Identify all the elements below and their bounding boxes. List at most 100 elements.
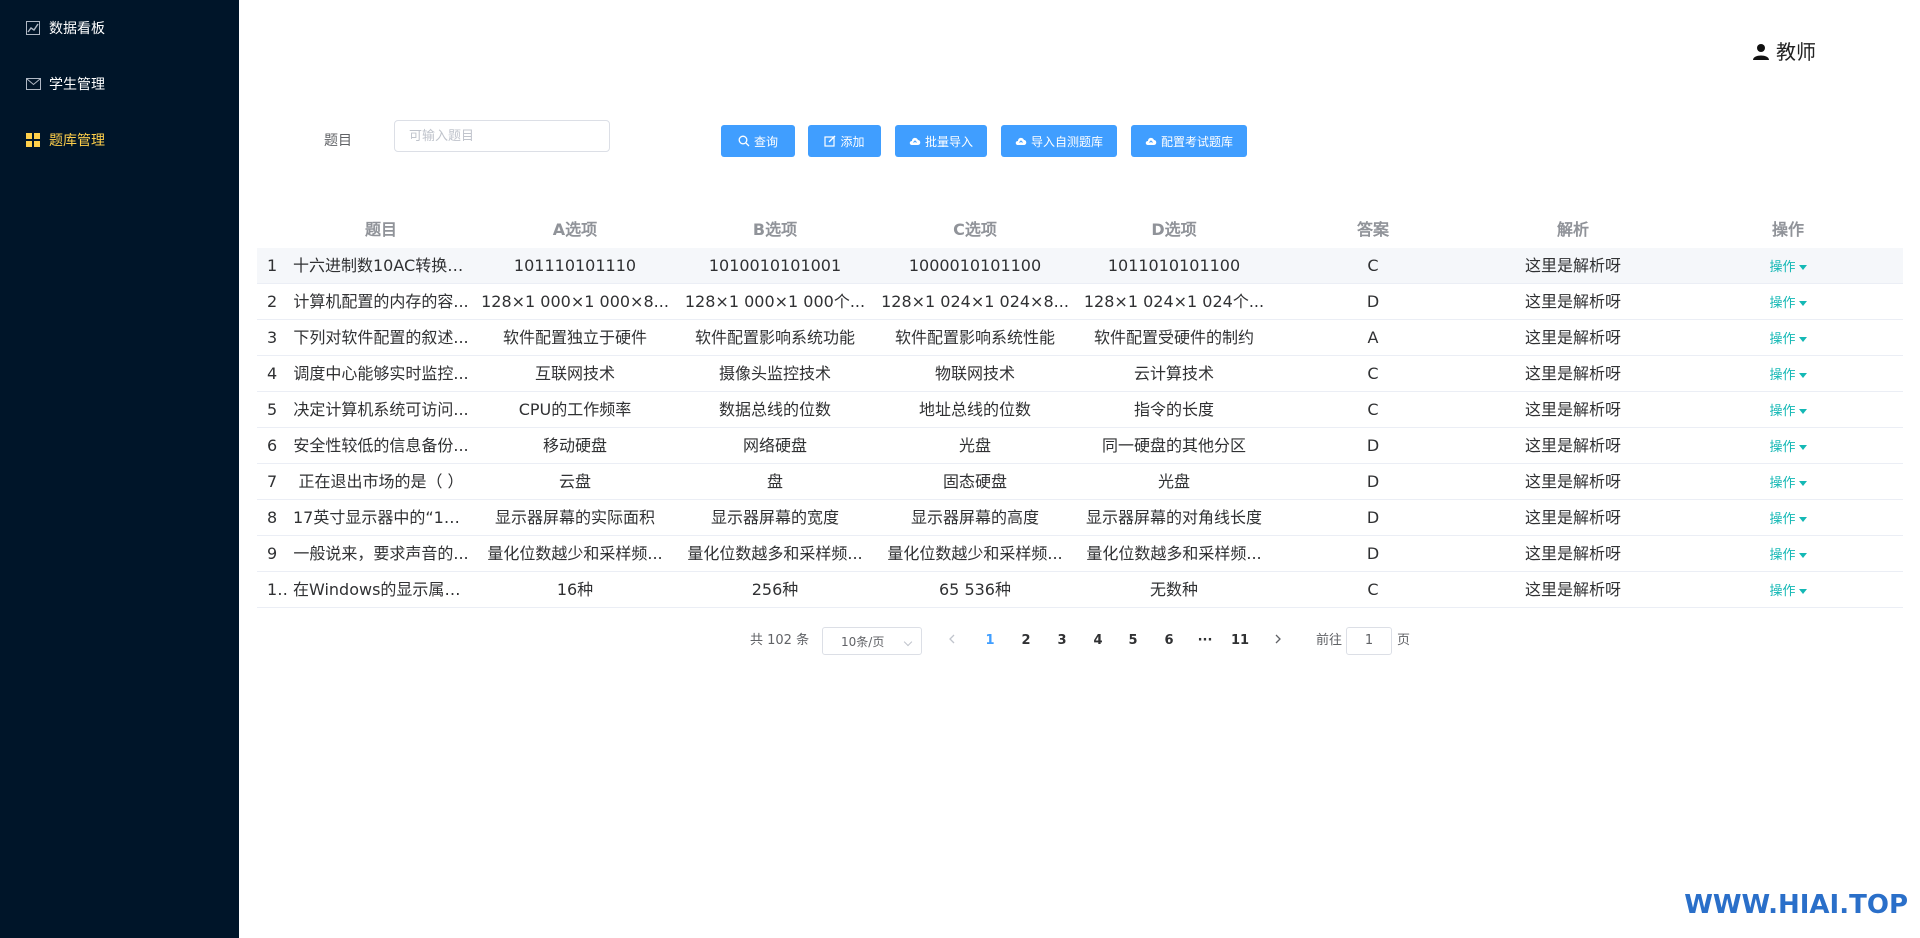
- cell-option-a: 16种: [556, 580, 594, 599]
- header-index: [257, 212, 287, 248]
- cell-title: 决定计算机系统可访问...: [293, 400, 469, 419]
- edit-icon: [824, 135, 836, 147]
- table-row[interactable]: 10 在Windows的显示属性... 16种 256种 65 536种 无数种 C 这里是解…: [257, 572, 1903, 608]
- chart-icon: [25, 20, 41, 36]
- query-button[interactable]: 查询: [721, 125, 795, 157]
- cell-answer: A: [1367, 328, 1379, 347]
- cell-option-d: 光盘: [1157, 472, 1190, 491]
- prev-page-button[interactable]: [937, 627, 967, 655]
- operation-label: 操作: [1769, 260, 1796, 275]
- cell-option-d: 1011010101100: [1107, 256, 1241, 275]
- cell-index: 1: [267, 256, 278, 275]
- table-row[interactable]: 5 决定计算机系统可访问... CPU的工作频率 数据总线的位数 地址总线的位数 指令的长…: [257, 392, 1903, 428]
- jump-page-input[interactable]: [1346, 627, 1392, 655]
- table-row[interactable]: 9 一般说来，要求声音的... 量化位数越少和采样频... 量化位数越多和采样频...…: [257, 536, 1903, 572]
- add-button-label: 添加: [840, 134, 865, 149]
- table-row[interactable]: 1 十六进制数10AC转换成... 101110101110 101001010100…: [257, 248, 1903, 284]
- page-6[interactable]: 6: [1154, 627, 1184, 655]
- sidebar-item-students[interactable]: 学生管理: [0, 56, 239, 112]
- page-4[interactable]: 4: [1083, 627, 1113, 655]
- page-2[interactable]: 2: [1011, 627, 1041, 655]
- cell-explanation: 这里是解析呀: [1524, 544, 1621, 563]
- sidebar-item-label: 数据看板: [49, 21, 105, 37]
- cell-explanation: 这里是解析呀: [1524, 328, 1621, 347]
- table-row[interactable]: 3 下列对软件配置的叙述... 软件配置独立于硬件 软件配置影响系统功能 软件配置影响系…: [257, 320, 1903, 356]
- cell-answer: D: [1366, 292, 1380, 311]
- operation-dropdown[interactable]: 操作: [1769, 394, 1807, 427]
- search-input[interactable]: [394, 120, 610, 152]
- operation-dropdown[interactable]: 操作: [1769, 502, 1807, 535]
- cell-option-a: 软件配置独立于硬件: [502, 328, 647, 347]
- cell-option-c: 1000010101100: [908, 256, 1042, 275]
- cell-operation: 操作: [1673, 248, 1903, 283]
- cell-option-c: 显示器屏幕的高度: [910, 508, 1039, 527]
- cell-operation: 操作: [1673, 392, 1903, 427]
- import-self-test-button[interactable]: 导入自测题库: [1001, 125, 1117, 157]
- cell-option-a: 量化位数越少和采样频...: [487, 544, 663, 563]
- operation-dropdown[interactable]: 操作: [1769, 430, 1807, 463]
- question-table: 题目 A选项 B选项 C选项 D选项 答案 解析 操作 1 十六进制数10AC转换…: [257, 212, 1903, 608]
- cell-option-d: 云计算技术: [1133, 364, 1214, 383]
- table-row[interactable]: 4 调度中心能够实时监控... 互联网技术 摄像头监控技术 物联网技术 云计算技术 C 这里是…: [257, 356, 1903, 392]
- user-name: 教师: [1776, 40, 1816, 64]
- table-row[interactable]: 2 计算机配置的内存的容... 128×1 000×1 000×8... 128×1 …: [257, 284, 1903, 320]
- user-menu[interactable]: 教师: [1752, 36, 1816, 65]
- table-row[interactable]: 8 17英寸显示器中的“17... 显示器屏幕的实际面积 显示器屏幕的宽度 显示器屏幕的…: [257, 500, 1903, 536]
- cell-option-d: 显示器屏幕的对角线长度: [1085, 508, 1262, 527]
- cell-title: 十六进制数10AC转换成...: [293, 256, 475, 275]
- batch-import-button[interactable]: 批量导入: [895, 125, 987, 157]
- operation-dropdown[interactable]: 操作: [1769, 250, 1807, 283]
- add-button[interactable]: 添加: [808, 125, 881, 157]
- operation-dropdown[interactable]: 操作: [1769, 466, 1807, 499]
- config-exam-button[interactable]: 配置考试题库: [1131, 125, 1247, 157]
- operation-dropdown[interactable]: 操作: [1769, 358, 1807, 391]
- cell-index: 6: [267, 436, 278, 455]
- operation-dropdown[interactable]: 操作: [1769, 286, 1807, 319]
- cell-index: 3: [267, 328, 278, 347]
- page-size-value: 10条/页: [841, 635, 885, 649]
- table-row[interactable]: 7 正在退出市场的是（ ） 云盘 盘 固态硬盘 光盘 D 这里是解析呀 操作: [257, 464, 1903, 500]
- page-5[interactable]: 5: [1118, 627, 1148, 655]
- mail-icon: [25, 76, 41, 92]
- cell-explanation: 这里是解析呀: [1524, 472, 1621, 491]
- batch-import-label: 批量导入: [924, 134, 973, 149]
- table-row[interactable]: 6 安全性较低的信息备份... 移动硬盘 网络硬盘 光盘 同一硬盘的其他分区 D 这里是解析呀…: [257, 428, 1903, 464]
- cell-title: 17英寸显示器中的“17...: [293, 508, 470, 527]
- cell-operation: 操作: [1673, 428, 1903, 463]
- page-11[interactable]: 11: [1225, 627, 1255, 655]
- caret-down-icon: [1798, 445, 1807, 450]
- jump-prefix: 前往: [1316, 633, 1343, 648]
- table-body: 1 十六进制数10AC转换成... 101110101110 101001010100…: [257, 248, 1903, 608]
- chevron-right-icon: [1275, 634, 1281, 644]
- operation-dropdown[interactable]: 操作: [1769, 574, 1807, 607]
- next-page-button[interactable]: [1263, 627, 1293, 655]
- header-option-b: B选项: [752, 220, 798, 239]
- cell-option-a: 101110101110: [513, 256, 637, 275]
- cell-explanation: 这里是解析呀: [1524, 292, 1621, 311]
- cell-option-a: CPU的工作频率: [518, 400, 632, 419]
- cell-index: 7: [267, 472, 278, 491]
- cell-operation: 操作: [1673, 572, 1903, 607]
- cell-option-c: 65 536种: [939, 580, 1011, 599]
- operation-dropdown[interactable]: 操作: [1769, 322, 1807, 355]
- page-size-select[interactable]: 10条/页: [822, 627, 922, 655]
- operation-dropdown[interactable]: 操作: [1769, 538, 1807, 571]
- page-1[interactable]: 1: [975, 627, 1005, 655]
- cell-operation: 操作: [1673, 464, 1903, 499]
- caret-down-icon: [1798, 481, 1807, 486]
- operation-label: 操作: [1769, 332, 1796, 347]
- sidebar-item-label: 学生管理: [49, 77, 105, 93]
- operation-label: 操作: [1769, 440, 1796, 455]
- page-ellipsis[interactable]: ···: [1190, 627, 1220, 655]
- sidebar-item-dashboard[interactable]: 数据看板: [0, 0, 239, 56]
- cell-title: 一般说来，要求声音的...: [293, 544, 469, 563]
- operation-label: 操作: [1769, 296, 1796, 311]
- cell-answer: C: [1367, 364, 1379, 383]
- page-3[interactable]: 3: [1047, 627, 1077, 655]
- header-explanation: 解析: [1556, 220, 1589, 239]
- operation-label: 操作: [1769, 476, 1796, 491]
- cell-explanation: 这里是解析呀: [1524, 580, 1621, 599]
- cell-operation: 操作: [1673, 500, 1903, 535]
- cell-index: 5: [267, 400, 278, 419]
- cell-title: 调度中心能够实时监控...: [293, 364, 469, 383]
